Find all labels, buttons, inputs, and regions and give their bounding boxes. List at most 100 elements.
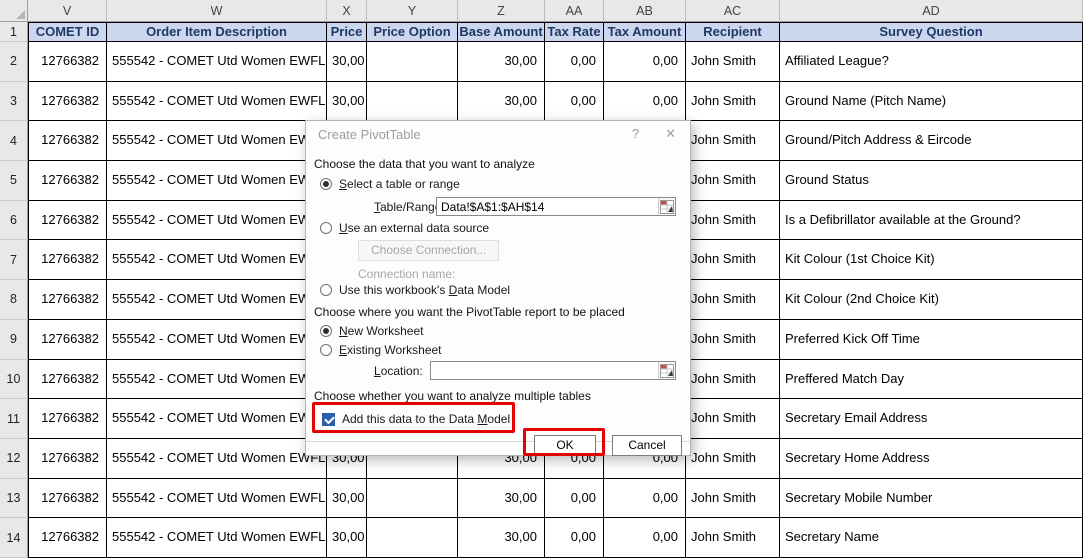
row-header-11[interactable]: 11: [0, 399, 28, 439]
dialog-titlebar[interactable]: Create PivotTable ? ✕: [306, 121, 690, 147]
row-header-6[interactable]: 6: [0, 201, 28, 241]
table-range-input[interactable]: Data!$A$1:$AH$14: [436, 197, 676, 216]
data-cell[interactable]: 555542 - COMET Utd Women EWFL: [107, 518, 327, 558]
data-cell[interactable]: 12766382: [28, 280, 107, 320]
data-cell[interactable]: Is a Defibrillator available at the Grou…: [780, 201, 1083, 241]
data-cell[interactable]: Ground Name (Pitch Name): [780, 82, 1083, 122]
radio-new-worksheet[interactable]: New Worksheet: [320, 324, 423, 338]
data-cell[interactable]: 0,00: [604, 42, 686, 82]
row-header-7[interactable]: 7: [0, 240, 28, 280]
radio-existing-worksheet[interactable]: Existing Worksheet: [320, 343, 442, 357]
range-selector-icon[interactable]: [658, 198, 675, 215]
data-cell[interactable]: 30,00: [327, 42, 367, 82]
column-header-Z[interactable]: Z: [458, 0, 545, 22]
data-cell[interactable]: 555542 - COMET Utd Women EWFL: [107, 280, 327, 320]
data-cell[interactable]: [367, 82, 458, 122]
data-cell[interactable]: [367, 479, 458, 519]
data-cell[interactable]: 555542 - COMET Utd Women EWFL: [107, 161, 327, 201]
column-header-Y[interactable]: Y: [367, 0, 458, 22]
row-header-4[interactable]: 4: [0, 121, 28, 161]
data-cell[interactable]: 0,00: [545, 479, 604, 519]
data-cell[interactable]: 555542 - COMET Utd Women EWFL: [107, 320, 327, 360]
data-cell[interactable]: John Smith: [686, 439, 780, 479]
column-header-AD[interactable]: AD: [780, 0, 1083, 22]
radio-external-data-source[interactable]: Use an external data source: [320, 221, 489, 235]
column-header-AA[interactable]: AA: [545, 0, 604, 22]
data-cell[interactable]: 30,00: [327, 518, 367, 558]
row-header-5[interactable]: 5: [0, 161, 28, 201]
data-cell[interactable]: Secretary Email Address: [780, 399, 1083, 439]
data-cell[interactable]: Preffered Match Day: [780, 360, 1083, 400]
data-cell[interactable]: Kit Colour (1st Choice Kit): [780, 240, 1083, 280]
data-cell[interactable]: Affiliated League?: [780, 42, 1083, 82]
data-cell[interactable]: Kit Colour (2nd Choice Kit): [780, 280, 1083, 320]
data-cell[interactable]: 555542 - COMET Utd Women EWFL: [107, 360, 327, 400]
data-cell[interactable]: 12766382: [28, 42, 107, 82]
ok-button[interactable]: OK: [534, 435, 596, 456]
choose-connection-button[interactable]: Choose Connection...: [358, 240, 499, 261]
data-cell[interactable]: John Smith: [686, 360, 780, 400]
data-cell[interactable]: 12766382: [28, 82, 107, 122]
data-cell[interactable]: 12766382: [28, 240, 107, 280]
radio-select-table-or-range[interactable]: Select a table or range: [320, 177, 460, 191]
data-cell[interactable]: 0,00: [604, 518, 686, 558]
row-header-12[interactable]: 12: [0, 439, 28, 479]
cancel-button[interactable]: Cancel: [612, 435, 682, 456]
data-cell[interactable]: John Smith: [686, 161, 780, 201]
data-cell[interactable]: 12766382: [28, 439, 107, 479]
row-header-2[interactable]: 2: [0, 42, 28, 82]
data-cell[interactable]: 30,00: [458, 82, 545, 122]
data-cell[interactable]: John Smith: [686, 201, 780, 241]
data-cell[interactable]: 0,00: [604, 479, 686, 519]
checkbox-checked-icon[interactable]: [322, 413, 335, 426]
data-cell[interactable]: 30,00: [458, 42, 545, 82]
data-cell[interactable]: John Smith: [686, 399, 780, 439]
data-cell[interactable]: 0,00: [545, 518, 604, 558]
row-header-14[interactable]: 14: [0, 518, 28, 558]
data-cell[interactable]: John Smith: [686, 280, 780, 320]
data-cell[interactable]: 0,00: [604, 82, 686, 122]
data-cell[interactable]: John Smith: [686, 240, 780, 280]
data-cell[interactable]: John Smith: [686, 479, 780, 519]
data-cell[interactable]: John Smith: [686, 518, 780, 558]
row-header-10[interactable]: 10: [0, 360, 28, 400]
data-cell[interactable]: 30,00: [327, 479, 367, 519]
row-header-3[interactable]: 3: [0, 82, 28, 122]
data-cell[interactable]: Secretary Name: [780, 518, 1083, 558]
data-cell[interactable]: 0,00: [545, 42, 604, 82]
data-cell[interactable]: 555542 - COMET Utd Women EWFL: [107, 121, 327, 161]
data-cell[interactable]: [367, 518, 458, 558]
data-cell[interactable]: John Smith: [686, 42, 780, 82]
column-header-AB[interactable]: AB: [604, 0, 686, 22]
row-header-9[interactable]: 9: [0, 320, 28, 360]
data-cell[interactable]: Ground Status: [780, 161, 1083, 201]
data-cell[interactable]: 12766382: [28, 479, 107, 519]
help-icon[interactable]: ?: [632, 126, 639, 142]
data-cell[interactable]: 555542 - COMET Utd Women EWFL: [107, 439, 327, 479]
data-cell[interactable]: 0,00: [545, 82, 604, 122]
column-header-X[interactable]: X: [327, 0, 367, 22]
row-header-8[interactable]: 8: [0, 280, 28, 320]
add-to-data-model-checkbox-row[interactable]: Add this data to the Data Model: [322, 412, 510, 426]
data-cell[interactable]: John Smith: [686, 320, 780, 360]
data-cell[interactable]: 30,00: [327, 82, 367, 122]
row-header-1[interactable]: 1: [0, 22, 28, 42]
data-cell[interactable]: 555542 - COMET Utd Women EWFL: [107, 240, 327, 280]
data-cell[interactable]: Preferred Kick Off Time: [780, 320, 1083, 360]
data-cell[interactable]: 555542 - COMET Utd Women EWFL: [107, 399, 327, 439]
data-cell[interactable]: 12766382: [28, 201, 107, 241]
data-cell[interactable]: John Smith: [686, 121, 780, 161]
select-all-button[interactable]: [0, 0, 28, 22]
data-cell[interactable]: 555542 - COMET Utd Women EWFL: [107, 201, 327, 241]
data-cell[interactable]: 12766382: [28, 360, 107, 400]
data-cell[interactable]: 30,00: [458, 479, 545, 519]
row-header-13[interactable]: 13: [0, 479, 28, 519]
data-cell[interactable]: 12766382: [28, 518, 107, 558]
close-icon[interactable]: ✕: [665, 126, 676, 142]
data-cell[interactable]: John Smith: [686, 82, 780, 122]
data-cell[interactable]: 12766382: [28, 121, 107, 161]
column-header-V[interactable]: V: [28, 0, 107, 22]
data-cell[interactable]: 12766382: [28, 399, 107, 439]
column-header-AC[interactable]: AC: [686, 0, 780, 22]
data-cell[interactable]: 30,00: [458, 518, 545, 558]
